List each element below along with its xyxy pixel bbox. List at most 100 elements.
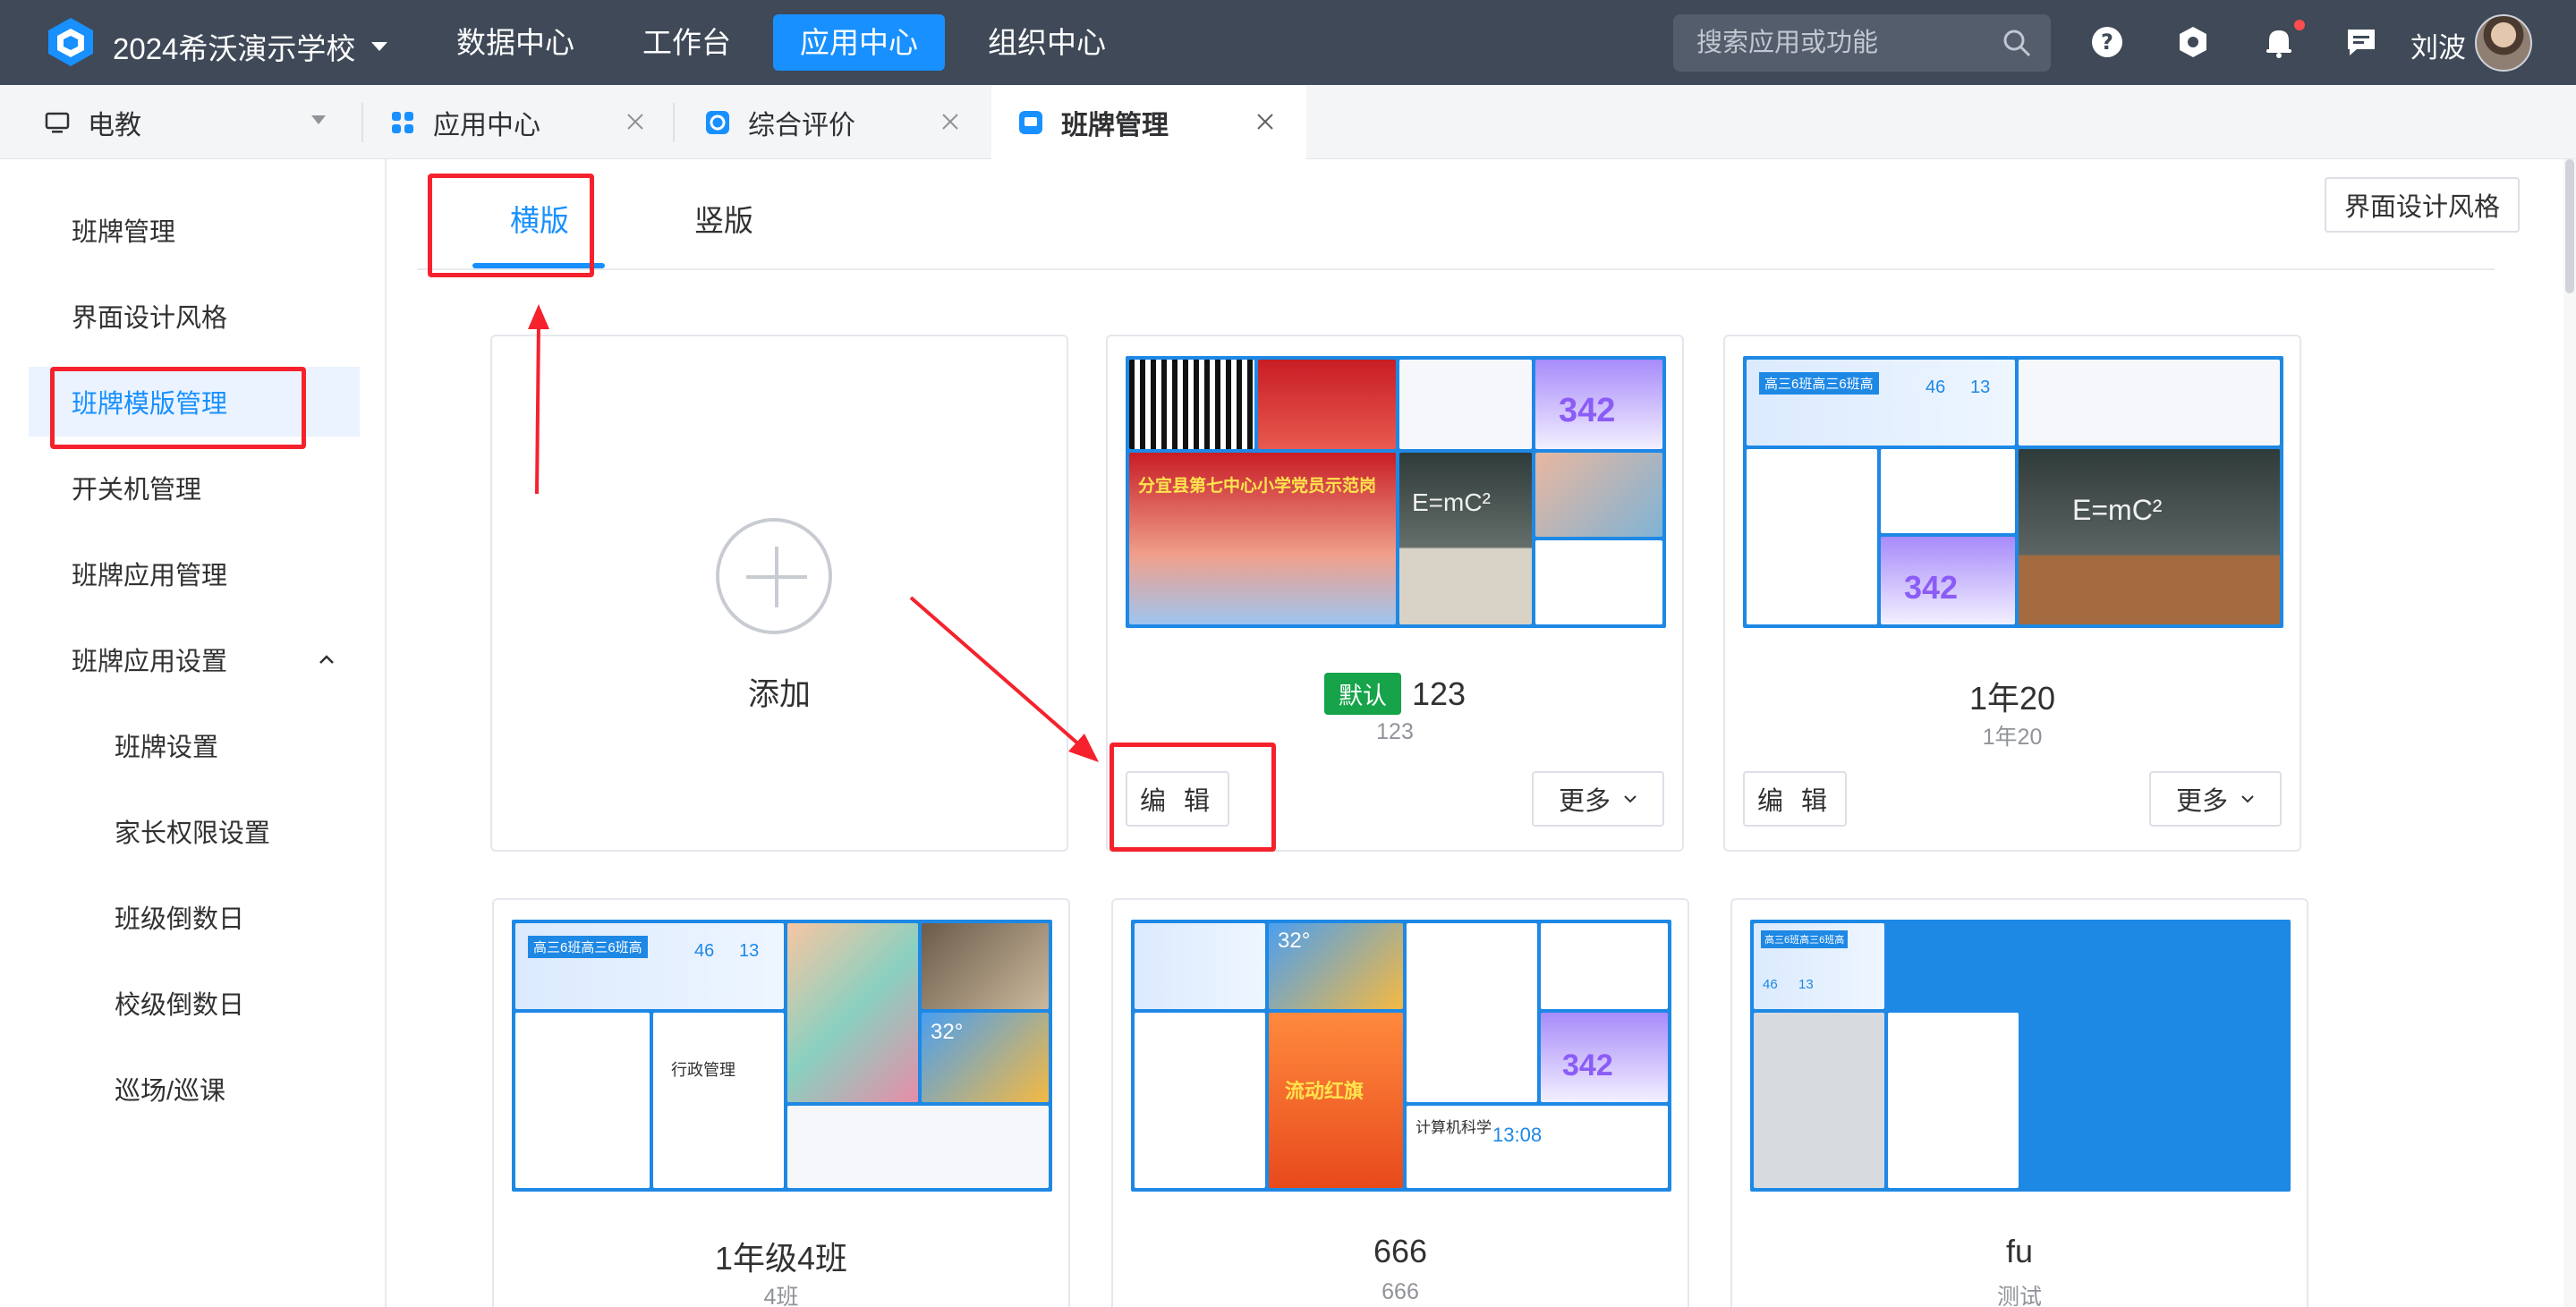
highlight-box-template-management — [50, 367, 306, 449]
preview-red-flag: 流动红旗 — [1269, 1013, 1403, 1188]
nav-app-center[interactable]: 应用中心 — [773, 14, 945, 71]
add-label: 添加 — [747, 677, 811, 712]
preview-schedule — [1747, 449, 1877, 624]
sidebar-item-school-countdown[interactable]: 校级倒数日 — [0, 968, 387, 1038]
tab-label: 应用中心 — [433, 110, 540, 140]
school-switcher[interactable]: 2024希沃演示学校 — [113, 25, 388, 68]
sidebar-item-class-countdown[interactable]: 班级倒数日 — [0, 882, 387, 952]
nav-org-center[interactable]: 组织中心 — [961, 14, 1133, 71]
search-icon[interactable] — [2002, 29, 2031, 57]
preview-photo — [922, 923, 1049, 1009]
tab-separator — [673, 103, 675, 142]
tab-vertical[interactable]: 竖版 — [694, 197, 753, 240]
preview-course-name: 计算机科学 — [1416, 1119, 1492, 1136]
preview-news — [1399, 360, 1532, 449]
scrollbar-track[interactable] — [2563, 159, 2576, 1307]
search-box — [1673, 14, 2051, 72]
preview-notice — [2019, 360, 2280, 446]
evaluation-icon — [706, 110, 729, 134]
add-template-card[interactable]: 添加 — [490, 335, 1068, 852]
preview-schedule — [1754, 1013, 1884, 1188]
preview-count: 342 — [1559, 392, 1616, 429]
preview-number: 46 — [1926, 378, 1946, 397]
main-content: 横版 竖版 界面设计风格 添加 342 分宜县第七中心小学党员示范岗 E=mC² — [388, 159, 2576, 1307]
template-card: 32° 342 流动红旗 计算机科学 13:08 666 666 — [1111, 898, 1689, 1307]
chevron-down-icon[interactable] — [311, 115, 326, 124]
tab-separator — [361, 103, 363, 142]
sidebar-item-parent-permission[interactable]: 家长权限设置 — [0, 796, 387, 866]
preview-equation: E=mC² — [1412, 488, 1491, 516]
tab-app-center[interactable]: 应用中心 — [390, 85, 650, 159]
open-tabs-strip: 电教 应用中心 综合评价 班牌管理 — [0, 85, 2576, 159]
sidebar-item-board-management[interactable]: 班牌管理 — [0, 195, 387, 265]
tab-evaluation[interactable]: 综合评价 — [705, 85, 965, 159]
preview-photo — [787, 923, 918, 1102]
close-icon[interactable] — [1256, 113, 1274, 131]
template-title: 默认 123 — [1108, 673, 1682, 715]
preview-class-header — [1135, 923, 1265, 1009]
grid-icon — [392, 111, 413, 133]
sidebar-item-board-settings[interactable]: 班牌设置 — [0, 710, 387, 780]
sidebar: 班牌管理 界面设计风格 班牌模版管理 开关机管理 班牌应用管理 班牌应用设置 班… — [0, 159, 387, 1307]
preview-temp: 32° — [1278, 929, 1311, 953]
settings-hex-icon[interactable] — [2176, 25, 2210, 59]
tab-label: 综合评价 — [748, 110, 855, 140]
highlight-box-edit-button — [1109, 743, 1276, 852]
sidebar-item-power-management[interactable]: 开关机管理 — [0, 453, 387, 522]
bell-icon[interactable] — [2262, 25, 2296, 59]
preview-class-header: 高三6班高三6班高 46 13 — [515, 923, 784, 1009]
template-title: fu — [2005, 1233, 2034, 1269]
preview-equation: E=mC² — [2072, 494, 2163, 526]
board-icon — [1019, 110, 1042, 134]
template-preview[interactable]: 高三6班高三6班高 46 13 32° 行政管理 — [512, 920, 1052, 1192]
preview-flag-text: 流动红旗 — [1285, 1080, 1365, 1102]
preview-schedule — [1135, 1013, 1265, 1188]
preview-number: 13 — [739, 941, 760, 961]
preview-number: 13 — [1798, 977, 1814, 992]
template-preview[interactable]: 32° 342 流动红旗 计算机科学 13:08 — [1131, 920, 1671, 1192]
school-logo-icon — [48, 18, 93, 66]
search-input[interactable] — [1696, 14, 1992, 72]
scrollbar-thumb[interactable] — [2565, 159, 2574, 293]
more-dropdown-button[interactable]: 更多 — [1532, 771, 1664, 827]
preview-duty — [1535, 540, 1662, 624]
template-preview[interactable]: 高三6班高三6班高 46 13 342 E=mC² — [1743, 356, 2283, 628]
preview-weather: 32° — [1269, 923, 1403, 1009]
sidebar-item-label: 班牌应用设置 — [72, 648, 228, 676]
sidebar-item-patrol[interactable]: 巡场/巡课 — [0, 1054, 387, 1124]
plus-icon — [716, 518, 832, 634]
message-icon[interactable] — [2344, 25, 2378, 59]
close-icon[interactable] — [626, 113, 644, 131]
tab-board-management[interactable]: 班牌管理 — [991, 85, 1306, 159]
template-subtitle: 666 — [1382, 1279, 1419, 1304]
user-name[interactable]: 刘波 — [2410, 25, 2466, 65]
sidebar-item-app-settings[interactable]: 班牌应用设置 — [0, 624, 387, 694]
qr-code — [1129, 360, 1254, 449]
highlight-box-horizontal-tab — [428, 174, 594, 277]
sidebar-item-ui-design[interactable]: 界面设计风格 — [0, 281, 387, 351]
preview-news — [1888, 1013, 2019, 1188]
more-dropdown-button[interactable]: 更多 — [2149, 771, 2282, 827]
close-icon[interactable] — [941, 113, 959, 131]
notification-dot — [2294, 20, 2305, 30]
template-card: 高三6班高三6班高 46 13 342 E=mC² 1年20 1年20 编 辑 … — [1723, 335, 2301, 852]
preview-photo — [1535, 453, 1662, 537]
template-subtitle: 测试 — [1996, 1285, 2042, 1307]
more-label: 更多 — [2175, 787, 2228, 816]
default-badge: 默认 — [1323, 673, 1401, 715]
preview-number: 46 — [694, 941, 715, 961]
nav-data-center[interactable]: 数据中心 — [429, 14, 601, 71]
template-preview[interactable]: 高三6班高三6班高 46 13 — [1750, 920, 2291, 1192]
sidebar-item-app-management[interactable]: 班牌应用管理 — [0, 539, 387, 608]
ui-design-style-button[interactable]: 界面设计风格 — [2325, 177, 2520, 233]
tab-label: 电教 — [88, 110, 141, 140]
orientation-tabs: 横版 竖版 — [417, 159, 2495, 270]
edit-button[interactable]: 编 辑 — [1743, 771, 1847, 827]
template-preview[interactable]: 342 分宜县第七中心小学党员示范岗 E=mC² — [1126, 356, 1666, 628]
help-icon[interactable]: ? — [2090, 25, 2124, 59]
avatar[interactable] — [2475, 14, 2532, 72]
nav-workbench[interactable]: 工作台 — [616, 14, 758, 71]
school-name: 2024希沃演示学校 — [113, 32, 356, 65]
tab-diangjiao[interactable]: 电教 — [45, 85, 340, 159]
preview-banner-text: 高三6班高三6班高 — [1761, 930, 1849, 948]
